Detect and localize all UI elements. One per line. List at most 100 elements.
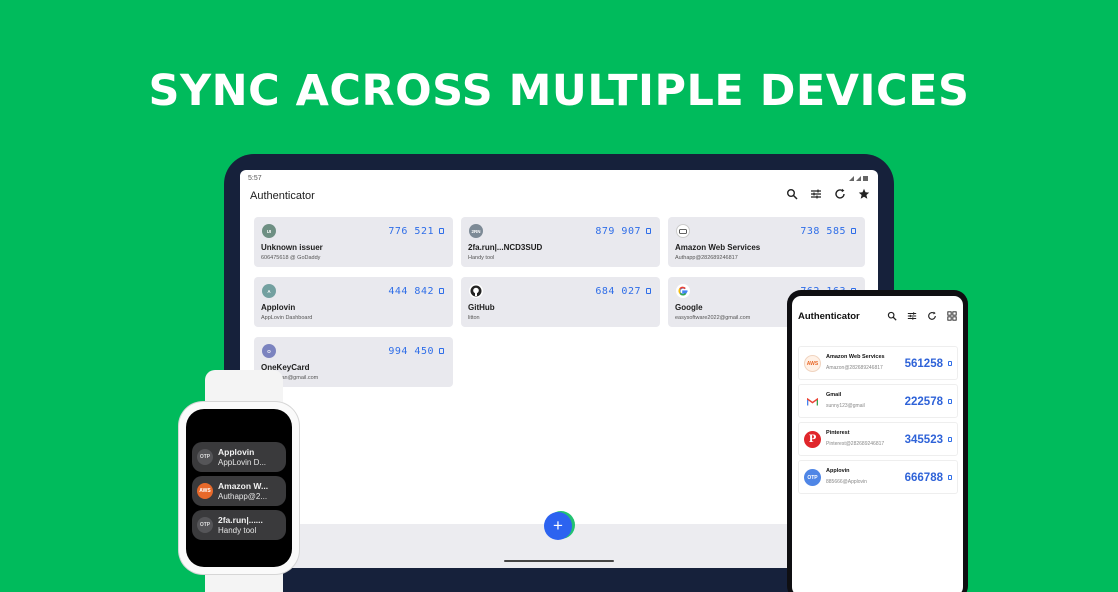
account-subtitle: Handy tool — [218, 526, 257, 535]
account-card[interactable]: 2RN 879 907 2fa.run|...NCD3SUD Handy too… — [461, 217, 660, 267]
account-subtitle: Authapp@282689246817 — [675, 255, 738, 261]
copy-icon[interactable] — [948, 475, 952, 480]
avatar-label: P — [808, 434, 817, 445]
account-card[interactable]: A 444 842 Applovin AppLovin Dashboard — [254, 277, 453, 327]
otp-code-value: 994 450 — [388, 346, 434, 357]
account-subtitle: Pinterest@282689246817 — [826, 441, 885, 447]
account-name: Amazon W... — [218, 481, 269, 491]
account-name: Applovin — [218, 447, 255, 457]
account-subtitle: Amazon@282689246817 — [826, 365, 883, 371]
account-name: 2fa.run|...... — [218, 515, 263, 525]
account-card[interactable]: O 994 450 OneKeyCard steven.van@gmail.co… — [254, 337, 453, 387]
copy-icon[interactable] — [439, 348, 444, 354]
account-avatar: OTP — [197, 517, 213, 533]
list-item[interactable]: AWS Amazon W... Authapp@2... — [192, 476, 286, 506]
copy-icon[interactable] — [851, 228, 856, 234]
copy-icon[interactable] — [948, 399, 952, 404]
otp-code[interactable]: 776 521 — [388, 226, 444, 237]
copy-icon[interactable] — [646, 288, 651, 294]
avatar-label: AWS — [806, 360, 819, 367]
otp-code-value: 776 521 — [388, 226, 434, 237]
account-name: GitHub — [468, 303, 495, 312]
google-icon — [676, 284, 690, 298]
account-grid: UI 776 521 Unknown issuer 606475618 @ Go… — [254, 217, 865, 387]
star-icon[interactable] — [858, 188, 870, 200]
otp-code-value: 684 027 — [595, 286, 641, 297]
account-name: Unknown issuer — [261, 243, 323, 252]
phone-device: Authenticator AWS Amazon Web Services Am… — [787, 290, 968, 592]
list-item[interactable]: OTP Applovin AppLovin D... — [192, 442, 286, 472]
aws-logo-icon: AWS — [804, 355, 821, 372]
copy-icon[interactable] — [646, 228, 651, 234]
github-icon — [469, 284, 483, 298]
account-avatar: OTP — [197, 449, 213, 465]
headline: SYNC ACROSS MULTIPLE DEVICES — [148, 66, 970, 116]
account-name: 2fa.run|...NCD3SUD — [468, 243, 543, 252]
filter-icon[interactable] — [810, 188, 822, 200]
account-name: Applovin — [261, 303, 296, 312]
account-subtitle: Authapp@2... — [218, 492, 268, 501]
account-subtitle: sunny123@gmail — [826, 403, 865, 409]
otp-code[interactable]: 738 585 — [800, 226, 856, 237]
copy-icon[interactable] — [948, 361, 952, 366]
otp-code[interactable]: 222578 — [905, 396, 943, 408]
watch-screen: OTP Applovin AppLovin D... AWS Amazon W.… — [186, 409, 292, 567]
account-avatar: OTP — [804, 469, 821, 486]
status-time: 5:57 — [248, 174, 262, 182]
list-item[interactable]: P Pinterest Pinterest@282689246817 34552… — [798, 422, 958, 456]
otp-code[interactable]: 994 450 — [388, 346, 444, 357]
otp-code-value: 444 842 — [388, 286, 434, 297]
account-subtitle: AppLovin Dashboard — [261, 315, 313, 321]
account-subtitle: Handy tool — [468, 255, 495, 261]
account-name: Applovin — [826, 468, 850, 474]
copy-icon[interactable] — [439, 288, 444, 294]
otp-code[interactable]: 345523 — [905, 434, 943, 446]
otp-code-value: 879 907 — [595, 226, 641, 237]
account-name: Amazon Web Services — [675, 243, 761, 252]
account-subtitle: litton — [468, 315, 480, 321]
toolbar-actions — [887, 311, 957, 321]
otp-code[interactable]: 879 907 — [595, 226, 651, 237]
list-item[interactable]: Gmail sunny123@gmail 222578 — [798, 384, 958, 418]
account-subtitle: 885666@Applovin — [826, 479, 867, 485]
add-account-button[interactable]: + — [544, 512, 572, 540]
account-card[interactable]: 738 585 Amazon Web Services Authapp@2826… — [668, 217, 865, 267]
account-name: Google — [675, 303, 703, 312]
copy-icon[interactable] — [948, 437, 952, 442]
refresh-icon[interactable] — [927, 311, 937, 321]
search-icon[interactable] — [887, 311, 897, 321]
account-card[interactable]: UI 776 521 Unknown issuer 606475618 @ Go… — [254, 217, 453, 267]
list-item[interactable]: AWS Amazon Web Services Amazon@282689246… — [798, 346, 958, 380]
otp-code[interactable]: 444 842 — [388, 286, 444, 297]
otp-code-value: 738 585 — [800, 226, 846, 237]
watch-account-list: OTP Applovin AppLovin D... AWS Amazon W.… — [192, 442, 286, 544]
grid-icon[interactable] — [947, 311, 957, 321]
filter-icon[interactable] — [907, 311, 917, 321]
account-name: Gmail — [826, 392, 842, 398]
otp-code[interactable]: 666788 — [905, 472, 943, 484]
tablet-screen: 5:57 Authenticator UI 776 521 Unknown is… — [240, 170, 878, 568]
account-avatar: 2RN — [469, 224, 483, 238]
aws-logo-icon — [676, 224, 690, 238]
account-avatar: AWS — [197, 483, 213, 499]
account-subtitle: AppLovin D... — [218, 458, 267, 467]
signal-icons — [849, 175, 868, 181]
account-card[interactable]: 684 027 GitHub litton — [461, 277, 660, 327]
account-name: Pinterest — [826, 430, 850, 436]
copy-icon[interactable] — [439, 228, 444, 234]
list-item[interactable]: OTP 2fa.run|...... Handy tool — [192, 510, 286, 540]
pinterest-icon: P — [804, 431, 821, 448]
search-icon[interactable] — [786, 188, 798, 200]
refresh-icon[interactable] — [834, 188, 846, 200]
account-subtitle: easysoftware2022@gmail.com — [675, 315, 751, 321]
account-name: Amazon Web Services — [826, 354, 885, 360]
home-indicator — [504, 560, 614, 562]
otp-code[interactable]: 561258 — [905, 358, 943, 370]
account-avatar: A — [262, 284, 276, 298]
phone-screen: Authenticator AWS Amazon Web Services Am… — [792, 296, 963, 592]
account-avatar: UI — [262, 224, 276, 238]
list-item[interactable]: OTP Applovin 885666@Applovin 666788 — [798, 460, 958, 494]
otp-code[interactable]: 684 027 — [595, 286, 651, 297]
account-avatar: O — [262, 344, 276, 358]
account-subtitle: 606475618 @ GoDaddy — [261, 255, 321, 261]
